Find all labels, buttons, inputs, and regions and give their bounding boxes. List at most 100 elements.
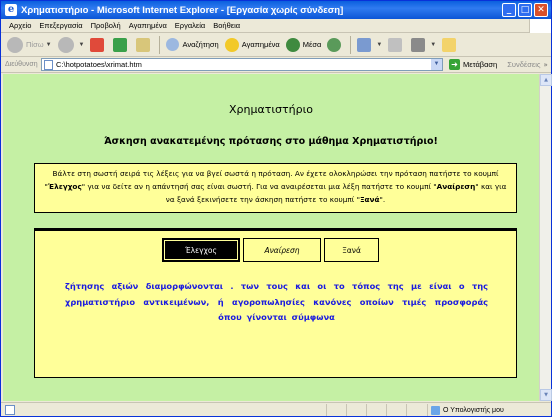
messenger-icon (442, 37, 457, 52)
exercise-buttons: Έλεγχος Αναίρεση Ξανά (162, 238, 382, 262)
word-token[interactable]: είναι (429, 281, 451, 291)
edit-button[interactable]: ▼ (411, 37, 436, 52)
exercise-box: Έλεγχος Αναίρεση Ξανά ζήτησης αξιών διαμ… (34, 228, 517, 378)
word-token[interactable]: χρηματιστήριο (65, 297, 135, 307)
status-cell (386, 404, 406, 416)
page-subtitle: Άσκηση ανακατεμένης πρότασης στο μάθημα … (104, 136, 438, 147)
forward-dropdown-icon[interactable]: ▼ (79, 42, 85, 48)
menu-help[interactable]: Βοήθεια (213, 21, 240, 30)
word-token[interactable]: το (334, 281, 345, 291)
word-token[interactable]: τόπος (352, 281, 380, 291)
mail-icon (357, 37, 372, 52)
back-dropdown-icon[interactable]: ▼ (46, 42, 52, 48)
close-button[interactable]: ✕ (534, 3, 548, 17)
status-page-icon (5, 404, 15, 415)
word-token[interactable]: γίνονται (247, 312, 287, 322)
instructions-again-word: Ξανά (359, 195, 380, 204)
toolbar-separator (159, 35, 161, 54)
menu-edit[interactable]: Επεξεργασία (39, 21, 82, 30)
status-cell (346, 404, 366, 416)
word-token[interactable]: ζήτησης (65, 281, 104, 291)
status-cells (326, 404, 426, 416)
history-button[interactable] (327, 37, 344, 52)
word-token[interactable]: και (295, 281, 310, 291)
word-bank: ζήτησης αξιών διαμορφώνονται . των τους … (65, 279, 488, 326)
mail-dropdown-icon[interactable]: ▼ (376, 42, 382, 48)
forward-button[interactable]: ▼ (57, 36, 85, 53)
menu-favorites[interactable]: Αγαπημένα (129, 21, 167, 30)
search-button[interactable]: Αναζήτηση (166, 38, 219, 51)
address-label: Διεύθυνση (5, 61, 38, 68)
title-bar: e Χρηματιστήριο - Microsoft Internet Exp… (1, 1, 551, 19)
word-token[interactable]: οι (317, 281, 326, 291)
favorites-button[interactable]: Αγαπημένα (224, 37, 280, 52)
word-token[interactable]: τους (266, 281, 288, 291)
mail-button[interactable]: ▼ (357, 37, 382, 52)
word-token[interactable]: αγοροπωλησίες (232, 297, 305, 307)
menu-file[interactable]: Αρχείο (9, 21, 31, 30)
browser-window: e Χρηματιστήριο - Microsoft Internet Exp… (0, 0, 552, 417)
media-button[interactable]: Μέσα (285, 37, 322, 52)
back-label: Πίσω (26, 40, 44, 49)
links-button[interactable]: Συνδέσεις (507, 60, 540, 69)
scroll-up-button[interactable]: ▲ (540, 74, 552, 86)
page-title: Χρηματιστήριο (228, 103, 314, 116)
vertical-scrollbar[interactable]: ▲ ▼ (539, 74, 552, 401)
word-token[interactable]: με (411, 281, 422, 291)
status-cell (326, 404, 346, 416)
back-arrow-icon (7, 36, 23, 53)
word-token[interactable]: της (388, 281, 404, 291)
media-icon (285, 37, 300, 52)
maximize-button[interactable]: □ (518, 3, 532, 17)
scroll-down-button[interactable]: ▼ (540, 389, 552, 401)
word-token[interactable]: προσφοράς (435, 297, 488, 307)
word-token[interactable]: σύμφωνα (292, 312, 335, 322)
instructions-undo-word: Αναίρεση (436, 182, 476, 191)
stop-button[interactable] (90, 37, 107, 52)
word-token[interactable]: αντικειμένων, (143, 297, 209, 307)
edit-icon (411, 37, 426, 52)
refresh-button[interactable] (113, 37, 130, 52)
history-icon (327, 37, 342, 52)
word-token[interactable]: τιμές (402, 297, 426, 307)
go-label: Μετάβαση (463, 60, 498, 69)
word-token[interactable]: των (241, 281, 259, 291)
messenger-button[interactable] (442, 37, 459, 52)
word-token[interactable]: . (230, 281, 233, 291)
search-icon (166, 38, 180, 51)
edit-dropdown-icon[interactable]: ▼ (430, 42, 436, 48)
address-url: C:\hotpotatoes\xrimat.htm (56, 60, 142, 69)
word-token[interactable]: ο (459, 281, 465, 291)
word-token[interactable]: κανόνες (313, 297, 351, 307)
minimize-button[interactable]: _ (502, 3, 516, 17)
exercise-divider (35, 229, 516, 231)
go-button[interactable]: ➜ Μετάβαση (449, 59, 497, 70)
page-icon (44, 59, 53, 70)
word-token[interactable]: διαμορφώνονται (146, 281, 223, 291)
word-token[interactable]: της (472, 281, 488, 291)
search-label: Αναζήτηση (182, 40, 219, 49)
instructions-text-4: ". (379, 195, 386, 204)
address-dropdown-icon[interactable]: ▼ (431, 59, 442, 70)
links-chevron-icon[interactable]: » (544, 61, 548, 69)
address-input[interactable]: C:\hotpotatoes\xrimat.htm ▼ (41, 58, 443, 71)
home-button[interactable] (136, 37, 153, 52)
back-button[interactable]: Πίσω ▼ (7, 36, 52, 53)
check-button[interactable]: Έλεγχος (162, 238, 240, 262)
menu-bar: Αρχείο Επεξεργασία Προβολή Αγαπημένα Εργ… (1, 19, 551, 33)
status-bar: Ο Υπολογιστής μου (1, 402, 551, 416)
zone-label: Ο Υπολογιστής μου (443, 406, 504, 414)
undo-button[interactable]: Αναίρεση (243, 238, 321, 262)
stop-icon (90, 37, 105, 52)
print-button[interactable] (388, 37, 405, 52)
word-token[interactable]: όπου (218, 312, 242, 322)
page-content: Χρηματιστήριο Άσκηση ανακατεμένης πρότασ… (3, 74, 539, 401)
status-cell (406, 404, 426, 416)
restart-button[interactable]: Ξανά (324, 238, 379, 262)
word-token[interactable]: αξιών (112, 281, 139, 291)
menu-tools[interactable]: Εργαλεία (175, 21, 205, 30)
menu-view[interactable]: Προβολή (91, 21, 121, 30)
word-token[interactable]: ή (218, 297, 224, 307)
word-token[interactable]: οποίων (360, 297, 394, 307)
media-label: Μέσα (302, 40, 322, 49)
